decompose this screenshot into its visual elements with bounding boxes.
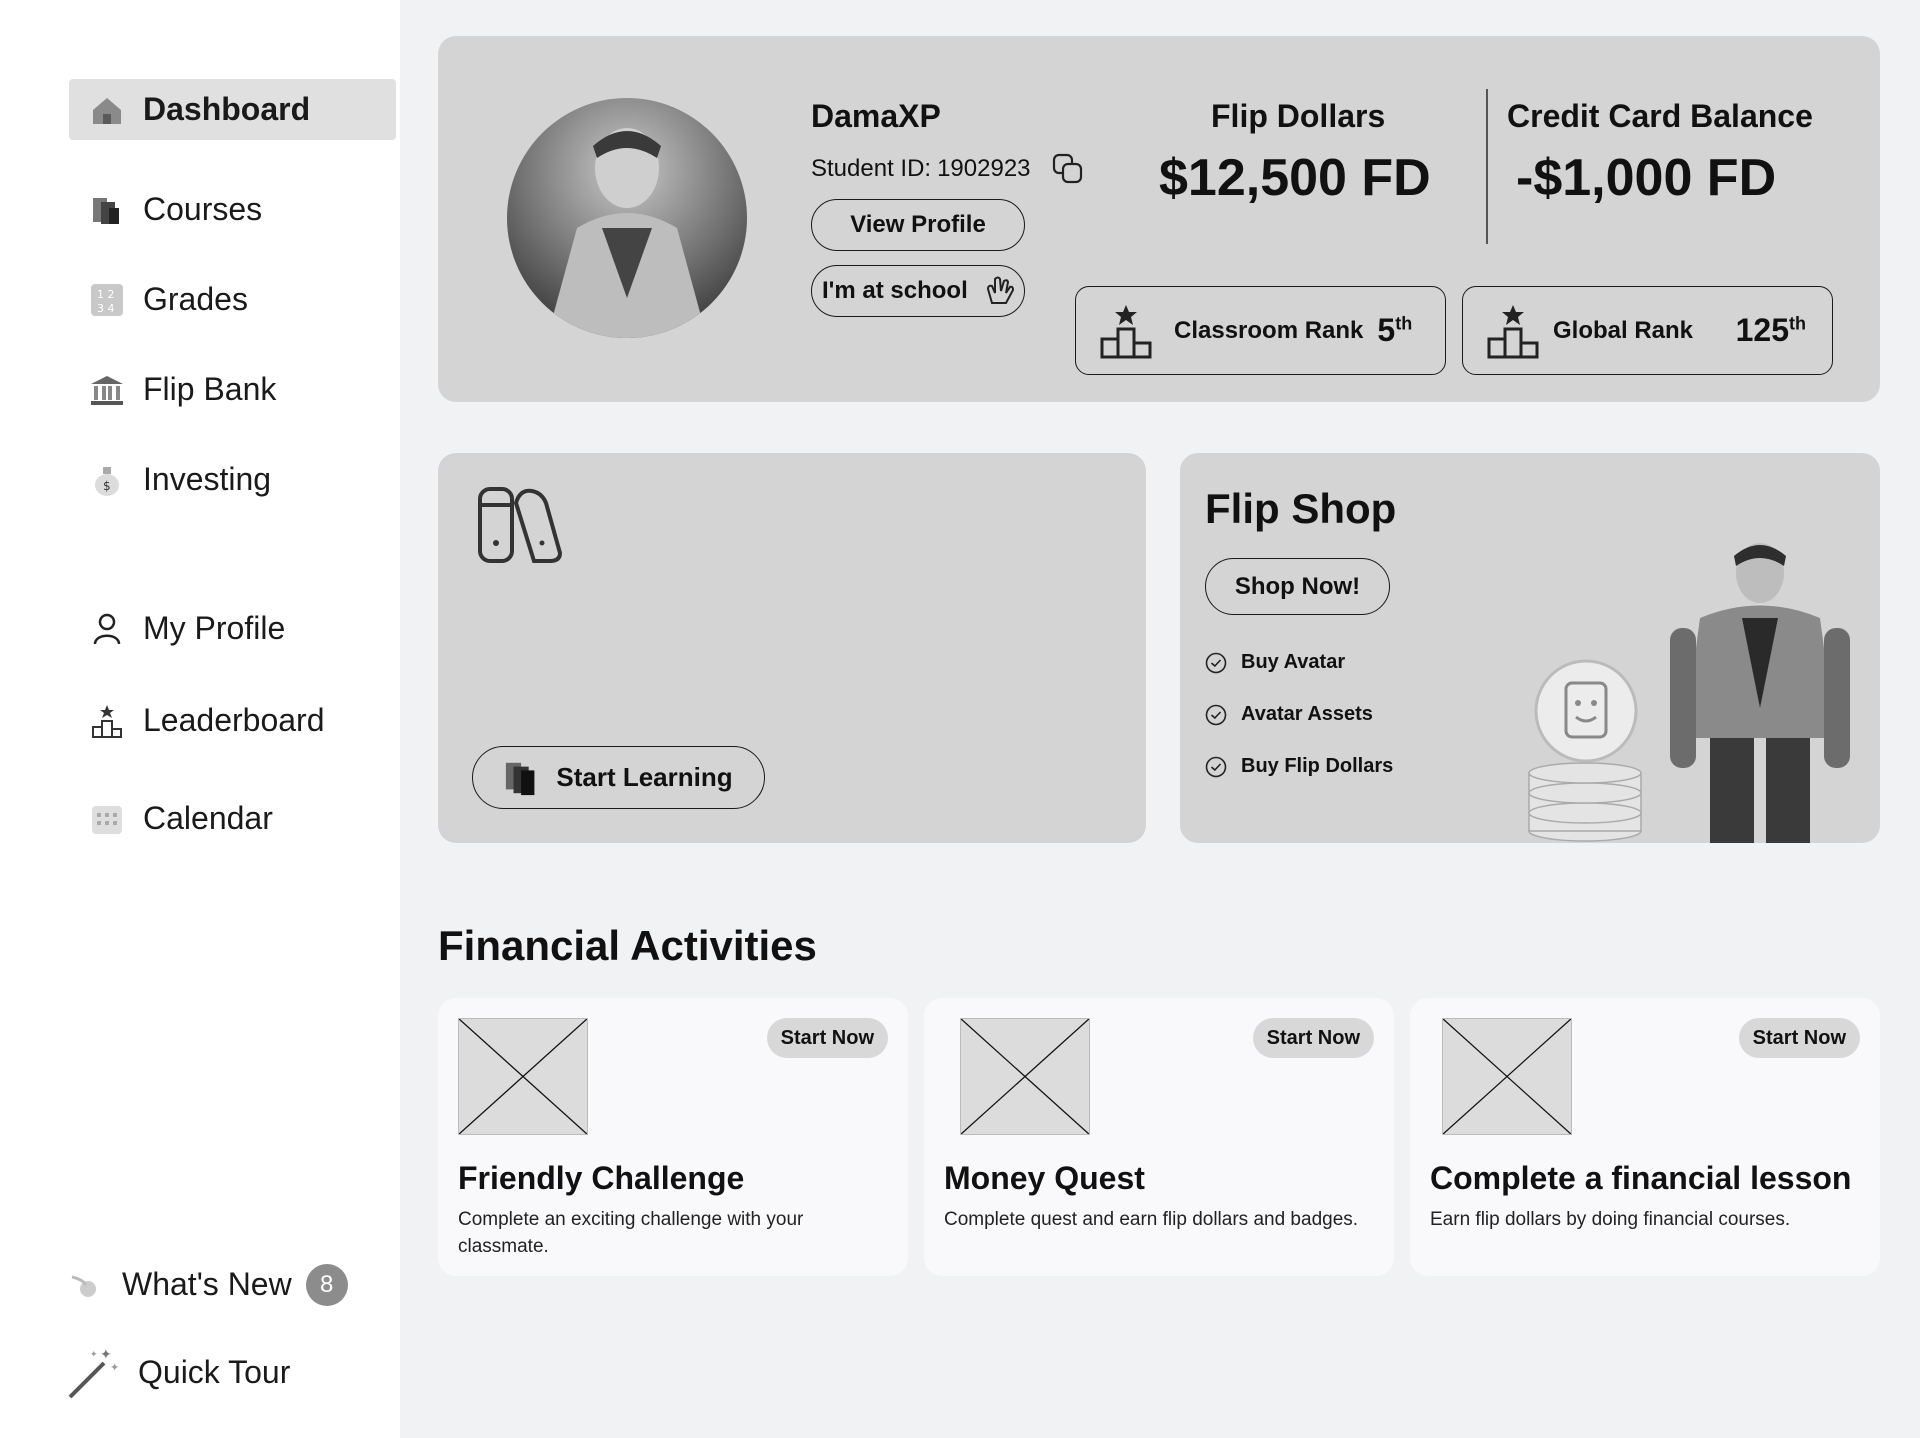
books-icon [506, 762, 535, 795]
activity-title: Friendly Challenge [458, 1160, 745, 1196]
sidebar-item-label: Investing [143, 461, 272, 497]
shop-item[interactable]: Buy Flip Dollars [1205, 755, 1393, 778]
waving-hand-icon [986, 276, 1014, 304]
podium-icon [1487, 304, 1539, 358]
money-bag-icon: $ [87, 460, 127, 500]
sidebar-item-label: My Profile [143, 610, 286, 646]
sidebar-item-dashboard[interactable]: Dashboard [69, 79, 396, 140]
image-placeholder [1442, 1018, 1572, 1135]
house-icon [87, 90, 127, 130]
global-rank-value: 125th [1735, 312, 1806, 348]
coin-stack-illustration [1528, 659, 1642, 842]
copy-icon[interactable] [1051, 152, 1085, 186]
start-now-button[interactable]: Start Now [1252, 1018, 1374, 1058]
podium-icon [1100, 304, 1152, 358]
activity-card[interactable]: Start Now Money Quest Complete quest and… [924, 998, 1394, 1276]
image-placeholder [458, 1018, 588, 1135]
sidebar-item-flip-bank[interactable]: Flip Bank [69, 359, 396, 420]
flip-dollars-label: Flip Dollars [1211, 98, 1386, 134]
sidebar-item-grades[interactable]: 1 23 4 Grades [69, 269, 396, 330]
flip-dollars-value: $12,500 FD [1159, 149, 1431, 207]
start-now-button[interactable]: Start Now [1738, 1018, 1860, 1058]
avatar-character-illustration [1670, 543, 1850, 843]
global-rank-box[interactable]: Global Rank 125th [1462, 286, 1833, 375]
classroom-rank-box[interactable]: Classroom Rank 5th [1075, 286, 1446, 375]
svg-text:1 2: 1 2 [97, 288, 115, 301]
magic-wand-icon: ✦ ✦ ✦ [66, 1345, 122, 1401]
sidebar-item-label: Leaderboard [143, 702, 325, 738]
start-now-button[interactable]: Start Now [766, 1018, 888, 1058]
activity-title: Complete a financial lesson [1430, 1160, 1852, 1196]
student-id-label: Student ID: [811, 155, 932, 182]
sidebar-item-label: Grades [143, 281, 248, 317]
svg-text:$: $ [103, 479, 111, 493]
sidebar-item-courses[interactable]: Courses [69, 179, 396, 240]
check-circle-icon [1205, 704, 1227, 725]
image-placeholder [960, 1018, 1090, 1135]
sidebar-item-label: Flip Bank [143, 371, 277, 407]
at-school-label: I'm at school [822, 277, 968, 304]
activity-card[interactable]: Start Now Friendly Challenge Complete an… [438, 998, 908, 1276]
global-rank-label: Global Rank [1553, 316, 1694, 344]
learning-card: Start Learning [438, 453, 1146, 843]
divider [1486, 89, 1488, 244]
at-school-button[interactable]: I'm at school [811, 265, 1025, 317]
sidebar-item-leaderboard[interactable]: Leaderboard [69, 690, 396, 751]
calendar-icon [87, 799, 127, 839]
grades-grid-icon: 1 23 4 [87, 280, 127, 320]
flip-shop-card: Flip Shop Shop Now! Buy Avatar Avatar As… [1180, 453, 1880, 843]
avatar[interactable] [507, 98, 747, 338]
classroom-rank-value: 5th [1377, 312, 1413, 348]
svg-text:3 4: 3 4 [97, 302, 115, 315]
podium-icon [87, 701, 127, 741]
activity-description: Complete quest and earn flip dollars and… [944, 1209, 1359, 1230]
comet-icon [66, 1265, 106, 1305]
books-outline-icon [478, 487, 563, 563]
sidebar-item-label: Courses [143, 191, 263, 227]
financial-activities-title: Financial Activities [438, 922, 817, 969]
shop-item[interactable]: Avatar Assets [1205, 703, 1373, 726]
check-circle-icon [1205, 652, 1227, 673]
whats-new-link[interactable]: What's New 8 [48, 1254, 368, 1315]
classroom-rank-label: Classroom Rank [1174, 316, 1364, 344]
person-icon [87, 609, 127, 649]
shop-now-button[interactable]: Shop Now! [1205, 558, 1390, 615]
check-circle-icon [1205, 756, 1227, 777]
sidebar-item-label: Dashboard [143, 91, 311, 127]
quick-tour-label: Quick Tour [138, 1354, 291, 1390]
activity-card[interactable]: Start Now Complete a financial lesson Ea… [1410, 998, 1880, 1276]
start-learning-label: Start Learning [556, 762, 733, 792]
whats-new-count-badge: 8 [305, 1263, 348, 1306]
books-icon [87, 190, 127, 230]
profile-card: DamaXP Student ID: 1902923 View Profile … [438, 36, 1880, 402]
start-learning-button[interactable]: Start Learning [472, 746, 765, 809]
flip-shop-title: Flip Shop [1205, 485, 1397, 532]
credit-balance-value: -$1,000 FD [1516, 149, 1777, 207]
shop-item[interactable]: Buy Avatar [1205, 651, 1345, 674]
whats-new-label: What's New [122, 1266, 292, 1302]
activity-description: Earn flip dollars by doing financial cou… [1430, 1209, 1791, 1230]
quick-tour-link[interactable]: ✦ ✦ ✦ Quick Tour [48, 1342, 368, 1403]
sidebar-item-investing[interactable]: $ Investing [69, 449, 396, 510]
activity-description: Complete an exciting challenge with your… [458, 1209, 804, 1257]
student-id-value: 1902923 [937, 155, 1031, 182]
bank-icon [87, 370, 127, 410]
svg-text:✦: ✦ [110, 1361, 119, 1374]
credit-balance-label: Credit Card Balance [1507, 98, 1813, 134]
sidebar-item-label: Calendar [143, 800, 273, 836]
svg-text:✦: ✦ [90, 1350, 98, 1360]
view-profile-button[interactable]: View Profile [811, 199, 1025, 251]
student-id: Student ID: 1902923 [811, 152, 1085, 186]
activity-title: Money Quest [944, 1160, 1145, 1196]
username: DamaXP [811, 98, 941, 134]
sidebar: Dashboard Courses 1 23 4 Grades Flip Ban… [0, 0, 400, 1438]
sidebar-item-calendar[interactable]: Calendar [69, 788, 396, 849]
sidebar-item-my-profile[interactable]: My Profile [69, 598, 396, 659]
